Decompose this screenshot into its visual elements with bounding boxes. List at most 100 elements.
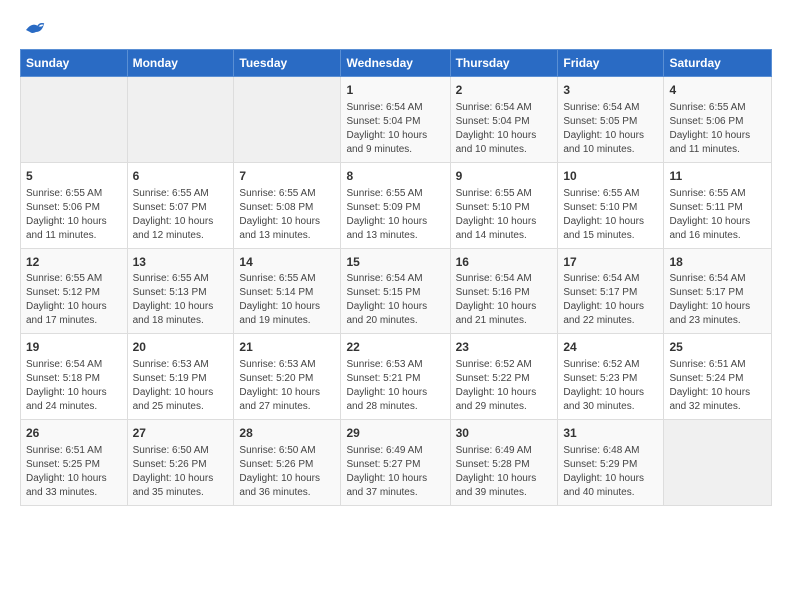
day-number: 1: [346, 82, 444, 99]
day-number: 31: [563, 425, 658, 442]
day-info: Sunrise: 6:52 AM Sunset: 5:22 PM Dayligh…: [456, 358, 553, 414]
weekday-header-row: SundayMondayTuesdayWednesdayThursdayFrid…: [21, 50, 772, 77]
day-info: Sunrise: 6:54 AM Sunset: 5:05 PM Dayligh…: [563, 101, 658, 157]
calendar-cell: 4 Sunrise: 6:55 AM Sunset: 5:06 PM Daylig…: [664, 77, 772, 163]
calendar-cell: [234, 77, 341, 163]
day-number: 9: [456, 168, 553, 185]
day-info: Sunrise: 6:53 AM Sunset: 5:20 PM Dayligh…: [239, 358, 335, 414]
day-info: Sunrise: 6:54 AM Sunset: 5:16 PM Dayligh…: [456, 272, 553, 328]
calendar-cell: 7 Sunrise: 6:55 AM Sunset: 5:08 PM Daylig…: [234, 162, 341, 248]
day-info: Sunrise: 6:55 AM Sunset: 5:09 PM Dayligh…: [346, 187, 444, 243]
day-info: Sunrise: 6:55 AM Sunset: 5:07 PM Dayligh…: [133, 187, 229, 243]
calendar-cell: 24 Sunrise: 6:52 AM Sunset: 5:23 PM Dayli…: [558, 334, 664, 420]
day-number: 3: [563, 82, 658, 99]
calendar-table: SundayMondayTuesdayWednesdayThursdayFrid…: [20, 49, 772, 506]
day-info: Sunrise: 6:55 AM Sunset: 5:08 PM Dayligh…: [239, 187, 335, 243]
calendar-cell: 2 Sunrise: 6:54 AM Sunset: 5:04 PM Daylig…: [450, 77, 558, 163]
day-info: Sunrise: 6:55 AM Sunset: 5:12 PM Dayligh…: [26, 272, 122, 328]
weekday-header-thursday: Thursday: [450, 50, 558, 77]
day-number: 2: [456, 82, 553, 99]
day-info: Sunrise: 6:54 AM Sunset: 5:04 PM Dayligh…: [456, 101, 553, 157]
day-number: 17: [563, 254, 658, 271]
calendar-week-row: 12Sunrise: 6:55 AM Sunset: 5:12 PM Dayli…: [21, 248, 772, 334]
day-info: Sunrise: 6:55 AM Sunset: 5:06 PM Dayligh…: [26, 187, 122, 243]
day-info: Sunrise: 6:55 AM Sunset: 5:11 PM Dayligh…: [669, 187, 766, 243]
day-info: Sunrise: 6:49 AM Sunset: 5:28 PM Dayligh…: [456, 444, 553, 500]
calendar-cell: 10 Sunrise: 6:55 AM Sunset: 5:10 PM Dayli…: [558, 162, 664, 248]
day-number: 12: [26, 254, 122, 271]
day-info: Sunrise: 6:55 AM Sunset: 5:06 PM Dayligh…: [669, 101, 766, 157]
day-number: 20: [133, 339, 229, 356]
day-number: 27: [133, 425, 229, 442]
calendar-cell: 19 Sunrise: 6:54 AM Sunset: 5:18 PM Dayli…: [21, 334, 128, 420]
calendar-cell: 15Sunrise: 6:54 AM Sunset: 5:15 PM Dayli…: [341, 248, 450, 334]
day-number: 21: [239, 339, 335, 356]
calendar-cell: 3 Sunrise: 6:54 AM Sunset: 5:05 PM Daylig…: [558, 77, 664, 163]
weekday-header-friday: Friday: [558, 50, 664, 77]
day-number: 8: [346, 168, 444, 185]
calendar-cell: 13Sunrise: 6:55 AM Sunset: 5:13 PM Dayli…: [127, 248, 234, 334]
calendar-cell: 23 Sunrise: 6:52 AM Sunset: 5:22 PM Dayli…: [450, 334, 558, 420]
calendar-cell: 29Sunrise: 6:49 AM Sunset: 5:27 PM Dayli…: [341, 420, 450, 506]
calendar-cell: 9 Sunrise: 6:55 AM Sunset: 5:10 PM Daylig…: [450, 162, 558, 248]
calendar-cell: 17Sunrise: 6:54 AM Sunset: 5:17 PM Dayli…: [558, 248, 664, 334]
calendar-cell: [127, 77, 234, 163]
day-info: Sunrise: 6:53 AM Sunset: 5:21 PM Dayligh…: [346, 358, 444, 414]
day-info: Sunrise: 6:50 AM Sunset: 5:26 PM Dayligh…: [133, 444, 229, 500]
day-number: 29: [346, 425, 444, 442]
calendar-cell: [664, 420, 772, 506]
calendar-cell: 8 Sunrise: 6:55 AM Sunset: 5:09 PM Daylig…: [341, 162, 450, 248]
day-number: 30: [456, 425, 553, 442]
calendar-cell: 26Sunrise: 6:51 AM Sunset: 5:25 PM Dayli…: [21, 420, 128, 506]
calendar-cell: 22 Sunrise: 6:53 AM Sunset: 5:21 PM Dayli…: [341, 334, 450, 420]
calendar-cell: 14Sunrise: 6:55 AM Sunset: 5:14 PM Dayli…: [234, 248, 341, 334]
calendar-week-row: 19 Sunrise: 6:54 AM Sunset: 5:18 PM Dayli…: [21, 334, 772, 420]
calendar-cell: 28Sunrise: 6:50 AM Sunset: 5:26 PM Dayli…: [234, 420, 341, 506]
day-number: 6: [133, 168, 229, 185]
calendar-cell: 30 Sunrise: 6:49 AM Sunset: 5:28 PM Dayli…: [450, 420, 558, 506]
weekday-header-saturday: Saturday: [664, 50, 772, 77]
day-number: 4: [669, 82, 766, 99]
day-number: 23: [456, 339, 553, 356]
weekday-header-tuesday: Tuesday: [234, 50, 341, 77]
day-info: Sunrise: 6:55 AM Sunset: 5:13 PM Dayligh…: [133, 272, 229, 328]
calendar-cell: 16Sunrise: 6:54 AM Sunset: 5:16 PM Dayli…: [450, 248, 558, 334]
day-info: Sunrise: 6:54 AM Sunset: 5:18 PM Dayligh…: [26, 358, 122, 414]
day-number: 19: [26, 339, 122, 356]
day-info: Sunrise: 6:52 AM Sunset: 5:23 PM Dayligh…: [563, 358, 658, 414]
page-header: [20, 20, 772, 39]
logo: [20, 20, 46, 39]
day-number: 22: [346, 339, 444, 356]
weekday-header-wednesday: Wednesday: [341, 50, 450, 77]
day-number: 11: [669, 168, 766, 185]
calendar-cell: 25Sunrise: 6:51 AM Sunset: 5:24 PM Dayli…: [664, 334, 772, 420]
day-info: Sunrise: 6:55 AM Sunset: 5:14 PM Dayligh…: [239, 272, 335, 328]
calendar-week-row: 26Sunrise: 6:51 AM Sunset: 5:25 PM Dayli…: [21, 420, 772, 506]
logo-bird-icon: [24, 20, 46, 43]
day-number: 18: [669, 254, 766, 271]
day-number: 16: [456, 254, 553, 271]
day-info: Sunrise: 6:55 AM Sunset: 5:10 PM Dayligh…: [563, 187, 658, 243]
calendar-cell: 5 Sunrise: 6:55 AM Sunset: 5:06 PM Daylig…: [21, 162, 128, 248]
calendar-cell: 11 Sunrise: 6:55 AM Sunset: 5:11 PM Dayli…: [664, 162, 772, 248]
day-number: 28: [239, 425, 335, 442]
calendar-cell: 20 Sunrise: 6:53 AM Sunset: 5:19 PM Dayli…: [127, 334, 234, 420]
day-number: 5: [26, 168, 122, 185]
day-number: 10: [563, 168, 658, 185]
calendar-cell: 6 Sunrise: 6:55 AM Sunset: 5:07 PM Daylig…: [127, 162, 234, 248]
day-info: Sunrise: 6:55 AM Sunset: 5:10 PM Dayligh…: [456, 187, 553, 243]
day-number: 7: [239, 168, 335, 185]
calendar-cell: 12Sunrise: 6:55 AM Sunset: 5:12 PM Dayli…: [21, 248, 128, 334]
day-info: Sunrise: 6:53 AM Sunset: 5:19 PM Dayligh…: [133, 358, 229, 414]
weekday-header-monday: Monday: [127, 50, 234, 77]
day-info: Sunrise: 6:54 AM Sunset: 5:04 PM Dayligh…: [346, 101, 444, 157]
day-info: Sunrise: 6:51 AM Sunset: 5:25 PM Dayligh…: [26, 444, 122, 500]
calendar-week-row: 5 Sunrise: 6:55 AM Sunset: 5:06 PM Daylig…: [21, 162, 772, 248]
day-number: 24: [563, 339, 658, 356]
day-number: 14: [239, 254, 335, 271]
calendar-cell: [21, 77, 128, 163]
day-info: Sunrise: 6:48 AM Sunset: 5:29 PM Dayligh…: [563, 444, 658, 500]
calendar-cell: 1 Sunrise: 6:54 AM Sunset: 5:04 PM Daylig…: [341, 77, 450, 163]
calendar-cell: 27 Sunrise: 6:50 AM Sunset: 5:26 PM Dayli…: [127, 420, 234, 506]
day-number: 25: [669, 339, 766, 356]
